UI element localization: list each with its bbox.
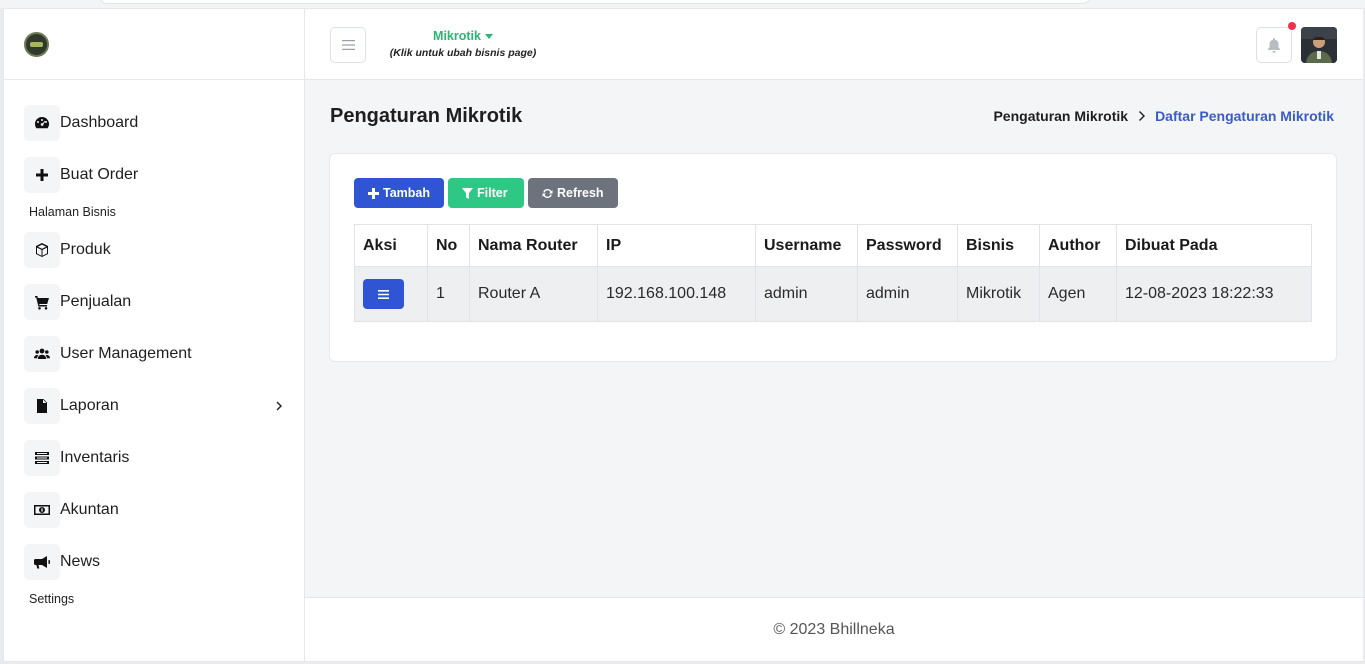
refresh-button-label: Refresh [557, 186, 604, 200]
breadcrumb-item-current[interactable]: Daftar Pengaturan Mikrotik [1155, 108, 1334, 124]
sidebar-item-dashboard[interactable]: Dashboard [24, 105, 294, 141]
users-icon [24, 336, 60, 372]
add-button[interactable]: Tambah [354, 178, 444, 208]
cell-password: admin [857, 266, 958, 322]
col-header-author[interactable]: Author [1039, 224, 1117, 267]
refresh-button[interactable]: Refresh [528, 178, 618, 208]
sidebar-item-label: Buat Order [60, 166, 139, 183]
notification-badge-dot [1288, 22, 1296, 30]
sidebar-brand [4, 9, 304, 80]
cell-aksi [354, 266, 428, 322]
notification-button[interactable] [1256, 27, 1292, 63]
bell-icon [1268, 38, 1280, 53]
browser-top-strip [0, 0, 1365, 8]
cell-bisnis: Mikrotik [957, 266, 1040, 322]
footer: © 2023 Bhillneka [305, 597, 1363, 661]
breadcrumb: Pengaturan Mikrotik Daftar Pengaturan Mi… [993, 108, 1334, 124]
col-header-ip[interactable]: IP [597, 224, 756, 267]
chevron-right-icon [276, 401, 282, 411]
sidebar-item-label: Dashboard [60, 114, 139, 131]
section-label-settings: Settings [29, 592, 75, 606]
cell-author: Agen [1039, 266, 1117, 322]
sidebar-item-news[interactable]: News [24, 544, 294, 580]
cart-icon [24, 284, 60, 320]
bars-icon [378, 289, 389, 299]
sidebar: Dashboard Buat Order Halaman Bisnis Prod… [4, 9, 305, 661]
col-header-no[interactable]: No [427, 224, 470, 267]
box-icon [24, 232, 60, 268]
toolbar: Tambah Filter Refresh [354, 178, 618, 208]
filter-button-label: Filter [477, 186, 508, 200]
sidebar-item-inventaris[interactable]: Inventaris [24, 440, 294, 476]
col-header-username[interactable]: Username [755, 224, 858, 267]
table-row: 1 Router A 192.168.100.148 admin admin M… [354, 266, 1312, 322]
business-name-dropdown[interactable]: Mikrotik [387, 29, 539, 43]
col-header-password[interactable]: Password [857, 224, 958, 267]
address-bar-edge [100, 0, 1090, 4]
col-header-aksi[interactable]: Aksi [354, 224, 428, 267]
copyright-text: © 2023 Bhillneka [773, 620, 895, 638]
business-switcher[interactable]: Mikrotik (Klik untuk ubah bisnis page) [387, 29, 539, 59]
sidebar-item-label: Akuntan [60, 501, 119, 518]
user-avatar[interactable] [1301, 27, 1337, 63]
refresh-icon [542, 188, 553, 198]
row-action-menu-button[interactable] [363, 279, 404, 309]
sidebar-menu: Dashboard Buat Order Halaman Bisnis Prod… [4, 80, 304, 607]
cell-username: admin [755, 266, 858, 322]
sidebar-item-user-management[interactable]: User Management [24, 336, 294, 372]
breadcrumb-item-parent[interactable]: Pengaturan Mikrotik [993, 108, 1128, 124]
sidebar-item-label: Produk [60, 241, 111, 258]
sidebar-item-buat-order[interactable]: Buat Order [24, 157, 294, 193]
avatar-image [1301, 27, 1337, 63]
hamburger-icon [341, 40, 355, 50]
app-frame: Dashboard Buat Order Halaman Bisnis Prod… [3, 8, 1363, 662]
col-header-dibuat-pada[interactable]: Dibuat Pada [1116, 224, 1312, 267]
file-icon [24, 388, 60, 424]
sidebar-item-label: Inventaris [60, 449, 130, 466]
cell-ip: 192.168.100.148 [597, 266, 756, 322]
topbar: Mikrotik (Klik untuk ubah bisnis page) [305, 9, 1363, 80]
filter-button[interactable]: Filter [448, 178, 524, 208]
money-icon [24, 492, 60, 528]
sidebar-item-label: User Management [60, 345, 192, 362]
megaphone-icon [24, 544, 60, 580]
caret-down-icon [484, 34, 493, 40]
col-header-nama-router[interactable]: Nama Router [469, 224, 598, 267]
menu-toggle-button[interactable] [330, 27, 366, 63]
cell-no: 1 [427, 266, 470, 322]
business-switch-hint: (Klik untuk ubah bisnis page) [389, 47, 537, 59]
add-button-label: Tambah [383, 186, 430, 200]
list-icon [24, 440, 60, 476]
dashboard-icon [24, 105, 60, 141]
page-title: Pengaturan Mikrotik [330, 105, 523, 127]
chevron-right-icon [1139, 111, 1146, 121]
section-label-halaman-bisnis: Halaman Bisnis [29, 205, 116, 219]
router-table: Aksi No Nama Router IP Username Password… [354, 224, 1312, 322]
col-header-bisnis[interactable]: Bisnis [957, 224, 1040, 267]
filter-icon [462, 187, 473, 199]
sidebar-item-laporan[interactable]: Laporan [24, 388, 294, 424]
sidebar-item-label: Penjualan [60, 293, 132, 310]
plus-icon [368, 187, 379, 199]
company-logo[interactable] [24, 32, 49, 57]
sidebar-item-label: Laporan [60, 397, 119, 414]
sidebar-item-produk[interactable]: Produk [24, 232, 294, 268]
main-content: Pengaturan Mikrotik Pengaturan Mikrotik … [305, 80, 1363, 597]
cell-dibuat-pada: 12-08-2023 18:22:33 [1116, 266, 1312, 322]
sidebar-item-akuntan[interactable]: Akuntan [24, 492, 294, 528]
cell-nama-router: Router A [469, 266, 598, 322]
router-list-card: Tambah Filter Refresh Aksi No Nama Route… [329, 153, 1337, 362]
table-header-row: Aksi No Nama Router IP Username Password… [354, 224, 1312, 267]
sidebar-item-label: News [60, 553, 101, 570]
sidebar-item-penjualan[interactable]: Penjualan [24, 284, 294, 320]
plus-icon [24, 157, 60, 193]
business-name: Mikrotik [433, 29, 481, 43]
